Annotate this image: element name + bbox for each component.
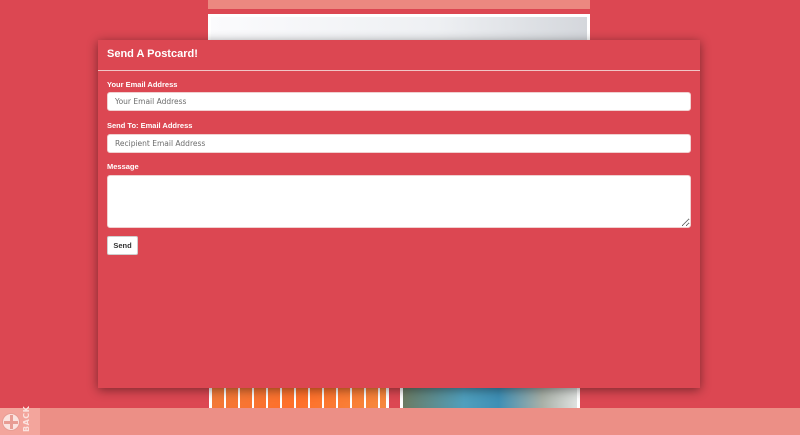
modal-header: Send A Postcard!	[98, 40, 700, 71]
back-label: BACK	[22, 405, 31, 432]
message-textarea[interactable]	[107, 175, 691, 228]
modal-title: Send A Postcard!	[107, 48, 198, 60]
recipient-email-label: Send To: Email Address	[107, 121, 193, 130]
send-postcard-modal: Send A Postcard! Your Email Address Send…	[98, 40, 700, 388]
back-button[interactable]: BACK	[0, 405, 40, 435]
recipient-email-input[interactable]	[107, 134, 691, 153]
footer-bar	[0, 408, 800, 435]
send-button[interactable]: Send	[107, 236, 138, 255]
globe-icon	[2, 413, 20, 431]
message-label: Message	[107, 162, 139, 171]
your-email-input[interactable]	[107, 92, 691, 111]
your-email-label: Your Email Address	[107, 80, 178, 89]
background-header-bar	[208, 0, 590, 9]
